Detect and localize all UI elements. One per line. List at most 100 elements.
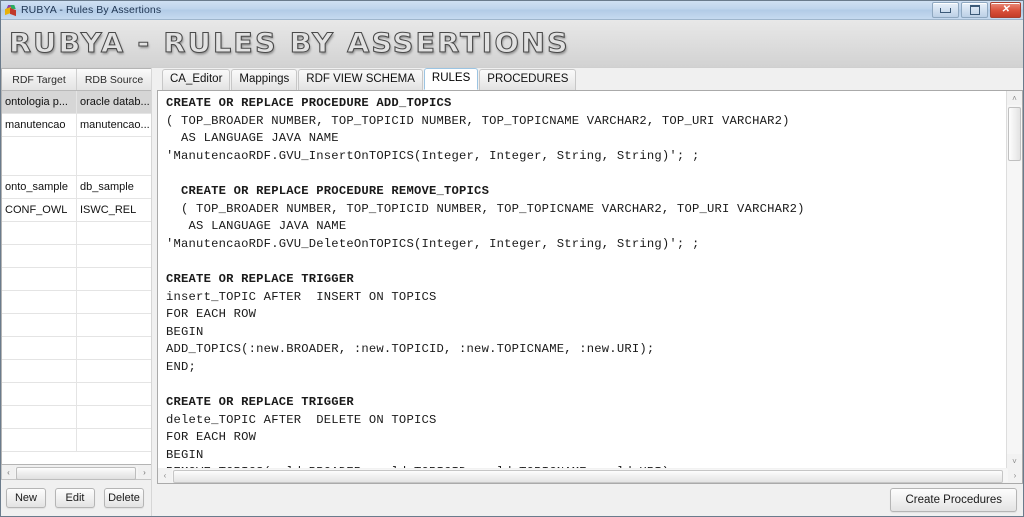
cell-rdf-target[interactable]	[2, 313, 77, 337]
sidebar-horizontal-scrollbar[interactable]: ‹ ›	[1, 465, 151, 480]
table-row[interactable]	[2, 290, 151, 314]
cell-rdf-target[interactable]	[2, 428, 77, 452]
cell-rdf-target[interactable]	[2, 244, 77, 268]
sql-code-view[interactable]: CREATE OR REPLACE PROCEDURE ADD_TOPICS ( …	[158, 91, 1006, 468]
code-line: REMOVE TOPICS(:old.BROADER, :old.TOPICID…	[166, 464, 1006, 468]
editor-vscroll-track[interactable]	[1007, 105, 1022, 454]
column-header-rdf-target[interactable]: RDF Target	[2, 69, 77, 91]
editor-hscroll-thumb[interactable]	[173, 470, 1003, 483]
cell-rdb-source[interactable]	[76, 221, 151, 245]
minimize-icon	[940, 7, 951, 13]
cell-rdf-target[interactable]	[2, 336, 77, 360]
tab-rules[interactable]: RULES	[423, 68, 479, 90]
close-icon: ✕	[1001, 4, 1010, 15]
maximize-icon	[969, 5, 980, 15]
main-body: RDF Target RDB Source ontologia p... orac…	[1, 68, 1023, 516]
cell-rdf-target[interactable]	[2, 382, 77, 406]
table-row[interactable]	[2, 267, 151, 291]
cell-rdf-target[interactable]	[2, 221, 77, 245]
scroll-right-arrow-icon[interactable]: ›	[138, 466, 151, 478]
table-row[interactable]	[2, 359, 151, 383]
code-line: ADD_TOPICS(:new.BROADER, :new.TOPICID, :…	[166, 342, 655, 357]
code-line: 'ManutencaoRDF.GVU_DeleteOnTOPICS(Intege…	[166, 236, 700, 251]
column-header-rdb-source[interactable]: RDB Source	[76, 69, 151, 91]
tab-bar: CA_Editor Mappings RDF VIEW SCHEMA RULES PRO…	[152, 68, 1023, 90]
table-row[interactable]	[2, 428, 151, 452]
cell-rdf-target[interactable]	[2, 405, 77, 429]
cell-rdb-source[interactable]	[76, 267, 151, 291]
cell-rdb-source[interactable]	[76, 313, 151, 337]
cell-rdb-source[interactable]: ISWC_REL	[76, 198, 151, 222]
editor-vertical-scrollbar[interactable]: ˄ ˅	[1006, 91, 1022, 468]
table-row[interactable]	[2, 382, 151, 406]
table-row[interactable]	[2, 136, 151, 176]
table-row[interactable]	[2, 405, 151, 429]
table-row[interactable]: CONF_OWL ISWC_REL	[2, 198, 151, 222]
editor-hscroll-track[interactable]	[172, 469, 1008, 483]
code-line: delete_TOPIC AFTER DELETE ON TOPICS	[166, 412, 437, 427]
edit-button[interactable]: Edit	[55, 488, 95, 508]
code-line: BEGIN	[166, 447, 204, 462]
cell-rdf-target[interactable]: manutencao	[2, 113, 77, 137]
close-button[interactable]: ✕	[990, 2, 1021, 18]
table-row[interactable]: onto_sample db_sample	[2, 175, 151, 199]
cell-rdf-target[interactable]	[2, 267, 77, 291]
code-line: CREATE OR REPLACE TRIGGER	[166, 395, 354, 410]
cell-rdf-target[interactable]	[2, 136, 77, 176]
code-line: AS LANGUAGE JAVA NAME	[166, 219, 347, 234]
sidebar-button-row: New Edit Delete	[1, 480, 151, 516]
cell-rdb-source[interactable]	[76, 428, 151, 452]
sidebar-scroll-track[interactable]	[15, 466, 138, 480]
sidebar-scroll-thumb[interactable]	[16, 466, 137, 480]
table-row[interactable]: ontologia p... oracle datab...	[2, 90, 151, 114]
cell-rdb-source[interactable]	[76, 290, 151, 314]
sidebar-panel: RDF Target RDB Source ontologia p... orac…	[1, 68, 152, 516]
scroll-left-arrow-icon[interactable]: ‹	[2, 466, 15, 478]
editor-horizontal-scrollbar[interactable]: ‹ ›	[157, 468, 1023, 484]
tab-mappings[interactable]: Mappings	[231, 69, 298, 90]
create-procedures-button[interactable]: Create Procedures	[890, 488, 1017, 512]
maximize-button[interactable]	[961, 2, 988, 18]
tab-ca-editor[interactable]: CA_Editor	[162, 69, 231, 90]
cell-rdf-target[interactable]: ontologia p...	[2, 90, 77, 114]
title-bar: RUBYA - Rules By Assertions ✕	[1, 1, 1023, 20]
table-row[interactable]	[2, 313, 151, 337]
cell-rdb-source[interactable]	[76, 359, 151, 383]
table-row[interactable]	[2, 244, 151, 268]
table-row[interactable]	[2, 336, 151, 360]
scroll-down-arrow-icon[interactable]: ˅	[1007, 454, 1022, 468]
app-logo-text: RUBYA - RULES BY ASSERTIONS	[8, 28, 570, 60]
cell-rdb-source[interactable]	[76, 336, 151, 360]
cell-rdb-source[interactable]	[76, 244, 151, 268]
table-row[interactable]: manutencao manutencao...	[2, 113, 151, 137]
code-line: AS LANGUAGE JAVA NAME	[166, 131, 339, 146]
mappings-table[interactable]: RDF Target RDB Source ontologia p... orac…	[2, 69, 151, 452]
cell-rdb-source[interactable]: manutencao...	[76, 113, 151, 137]
cell-rdf-target[interactable]	[2, 290, 77, 314]
cell-rdb-source[interactable]: db_sample	[76, 175, 151, 199]
editor-scroll-left-arrow-icon[interactable]: ‹	[158, 469, 172, 482]
cell-rdb-source[interactable]: oracle datab...	[76, 90, 151, 114]
tab-procedures[interactable]: PROCEDURES	[479, 69, 577, 90]
tab-rdf-view-schema[interactable]: RDF VIEW SCHEMA	[298, 69, 423, 90]
scroll-up-arrow-icon[interactable]: ˄	[1007, 91, 1022, 105]
cell-rdb-source[interactable]	[76, 136, 151, 176]
cell-rdb-source[interactable]	[76, 405, 151, 429]
cell-rdb-source[interactable]	[76, 382, 151, 406]
cell-rdf-target[interactable]: onto_sample	[2, 175, 77, 199]
new-button[interactable]: New	[6, 488, 46, 508]
app-cube-icon	[5, 4, 17, 17]
minimize-button[interactable]	[932, 2, 959, 18]
delete-button[interactable]: Delete	[104, 488, 144, 508]
cell-rdf-target[interactable]: CONF_OWL	[2, 198, 77, 222]
table-row[interactable]	[2, 221, 151, 245]
cell-rdf-target[interactable]	[2, 359, 77, 383]
editor-vscroll-thumb[interactable]	[1008, 107, 1021, 161]
code-line: CREATE OR REPLACE PROCEDURE ADD_TOPICS	[166, 96, 452, 110]
code-line: CREATE OR REPLACE TRIGGER	[166, 271, 354, 286]
code-line: END;	[166, 359, 197, 374]
editor-scroll-right-arrow-icon[interactable]: ›	[1008, 469, 1022, 482]
